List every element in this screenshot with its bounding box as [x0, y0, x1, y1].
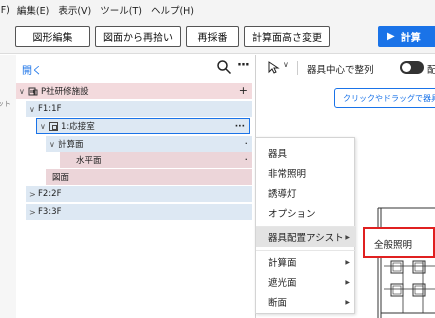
menu-view[interactable]: 表示(V)	[58, 3, 91, 17]
change-calc-height-button[interactable]: 計算面高さ変更	[244, 26, 330, 47]
collapse-chevron-icon[interactable]: ∨	[49, 140, 58, 149]
menu-item-section[interactable]: 断面 ▶	[256, 292, 356, 312]
menu-help[interactable]: ヘルプ(H)	[151, 3, 194, 17]
tree-item-floor-3f[interactable]: > F3:3F	[26, 204, 252, 220]
canvas-toolbar: ∨ 器具中心で整列 配	[257, 55, 435, 81]
calculate-button[interactable]: ▶ 計算	[378, 26, 435, 47]
search-icon[interactable]	[216, 59, 232, 75]
expand-chevron-icon[interactable]: >	[29, 208, 38, 217]
menu-item-calc-plane[interactable]: 計算面 ▶	[256, 252, 356, 272]
submenu-arrow-icon: ▶	[345, 298, 350, 306]
collapse-chevron-icon[interactable]: ∨	[40, 122, 49, 131]
shape-edit-button[interactable]: 図形編集	[15, 26, 90, 47]
more-options-icon[interactable]: ···	[237, 58, 250, 73]
menu-item-emergency-light[interactable]: 非常照明	[256, 163, 356, 183]
menu-item-shading-plane[interactable]: 遮光面 ▶	[256, 272, 356, 292]
menu-tools[interactable]: ツール(T)	[100, 3, 142, 17]
toolbar: 図形編集 図面から再拾い 再採番 計算面高さ変更 ▶ 計算	[0, 20, 435, 54]
submenu-arrow-icon: ▶	[345, 258, 350, 266]
play-icon: ▶	[387, 31, 395, 42]
tree-item-calc-plane[interactable]: ∨ 計算面 ·	[46, 136, 252, 152]
room-icon	[49, 121, 58, 131]
submenu-arrow-icon: ▶	[345, 278, 350, 286]
menu-item-placement-assist[interactable]: 器具配置アシスト ▶	[256, 227, 356, 247]
select-cursor-icon[interactable]	[267, 61, 280, 74]
submenu-item-general-lighting[interactable]: 全般照明	[374, 237, 412, 251]
tree-item-label: F3:3F	[38, 207, 62, 217]
menu-bar: (F) 編集(E) 表示(V) ツール(T) ヘルプ(H)	[0, 0, 435, 20]
tree-item-room-reception[interactable]: ∨ 1:応接室 ···	[36, 118, 250, 134]
tree-panel-header: 開く ···	[16, 55, 256, 81]
add-icon[interactable]: +	[239, 83, 248, 99]
tree-item-label: 水平面	[76, 156, 102, 166]
placement-hint: クリックやドラッグで器具を追	[334, 88, 435, 108]
calculate-label: 計算	[400, 33, 421, 44]
tree-item-label: 1:応接室	[61, 122, 95, 132]
tree-item-floor-2f[interactable]: > F2:2F	[26, 186, 252, 202]
tree-item-drawing[interactable]: 図面	[46, 169, 252, 185]
tree-item-label: F2:2F	[38, 189, 62, 199]
submenu-arrow-icon: ▶	[345, 233, 350, 241]
placement-assist-submenu: 全般照明	[363, 227, 435, 258]
left-strip: ット	[0, 55, 16, 318]
menu-item-fixture[interactable]: 器具	[256, 143, 356, 163]
tree-item-label: F1:1F	[38, 104, 62, 114]
more-options-icon[interactable]: ·	[245, 152, 249, 168]
menu-item-option[interactable]: オプション	[256, 203, 356, 223]
tree-item-label: 計算面	[58, 140, 84, 150]
more-options-icon[interactable]: ···	[235, 119, 245, 135]
menu-edit[interactable]: 編集(E)	[17, 3, 49, 17]
left-strip-label: ット	[0, 100, 11, 108]
tree-item-floor-1f[interactable]: ∨ F1:1F	[26, 101, 252, 117]
menu-item-exit-sign[interactable]: 誘導灯	[256, 183, 356, 203]
tree-item-building[interactable]: ∨ P社研修施設 +	[16, 83, 252, 99]
context-menu: 器具 非常照明 誘導灯 オプション 器具配置アシスト ▶ 計算面 ▶ 遮光面 ▶…	[255, 137, 356, 314]
collapse-chevron-icon[interactable]: ∨	[19, 87, 28, 96]
place-label: 配	[427, 65, 435, 76]
align-center-label: 器具中心で整列	[307, 65, 374, 76]
chevron-down-icon[interactable]: ∨	[283, 60, 289, 69]
repick-from-drawing-button[interactable]: 図面から再拾い	[95, 26, 181, 47]
collapse-chevron-icon[interactable]: ∨	[29, 105, 38, 114]
align-center-toggle[interactable]	[400, 61, 424, 74]
menu-separator	[256, 250, 356, 251]
menu-file[interactable]: (F)	[0, 5, 10, 16]
tree-item-label: P社研修施設	[41, 87, 89, 97]
more-options-icon[interactable]: ·	[245, 136, 249, 152]
renumber-button[interactable]: 再採番	[186, 26, 239, 47]
building-icon	[28, 87, 38, 96]
expand-chevron-icon[interactable]: >	[29, 190, 38, 199]
tree-item-label: 図面	[52, 173, 70, 183]
divider	[297, 61, 298, 75]
open-link[interactable]: 開く	[22, 62, 42, 77]
tree-item-horizontal-plane[interactable]: 水平面 ·	[60, 152, 252, 168]
tree-panel: 開く ··· ∨ P社研修施設 + ∨ F1:1F ∨ 1:応接室 ··· ∨ …	[16, 55, 256, 318]
